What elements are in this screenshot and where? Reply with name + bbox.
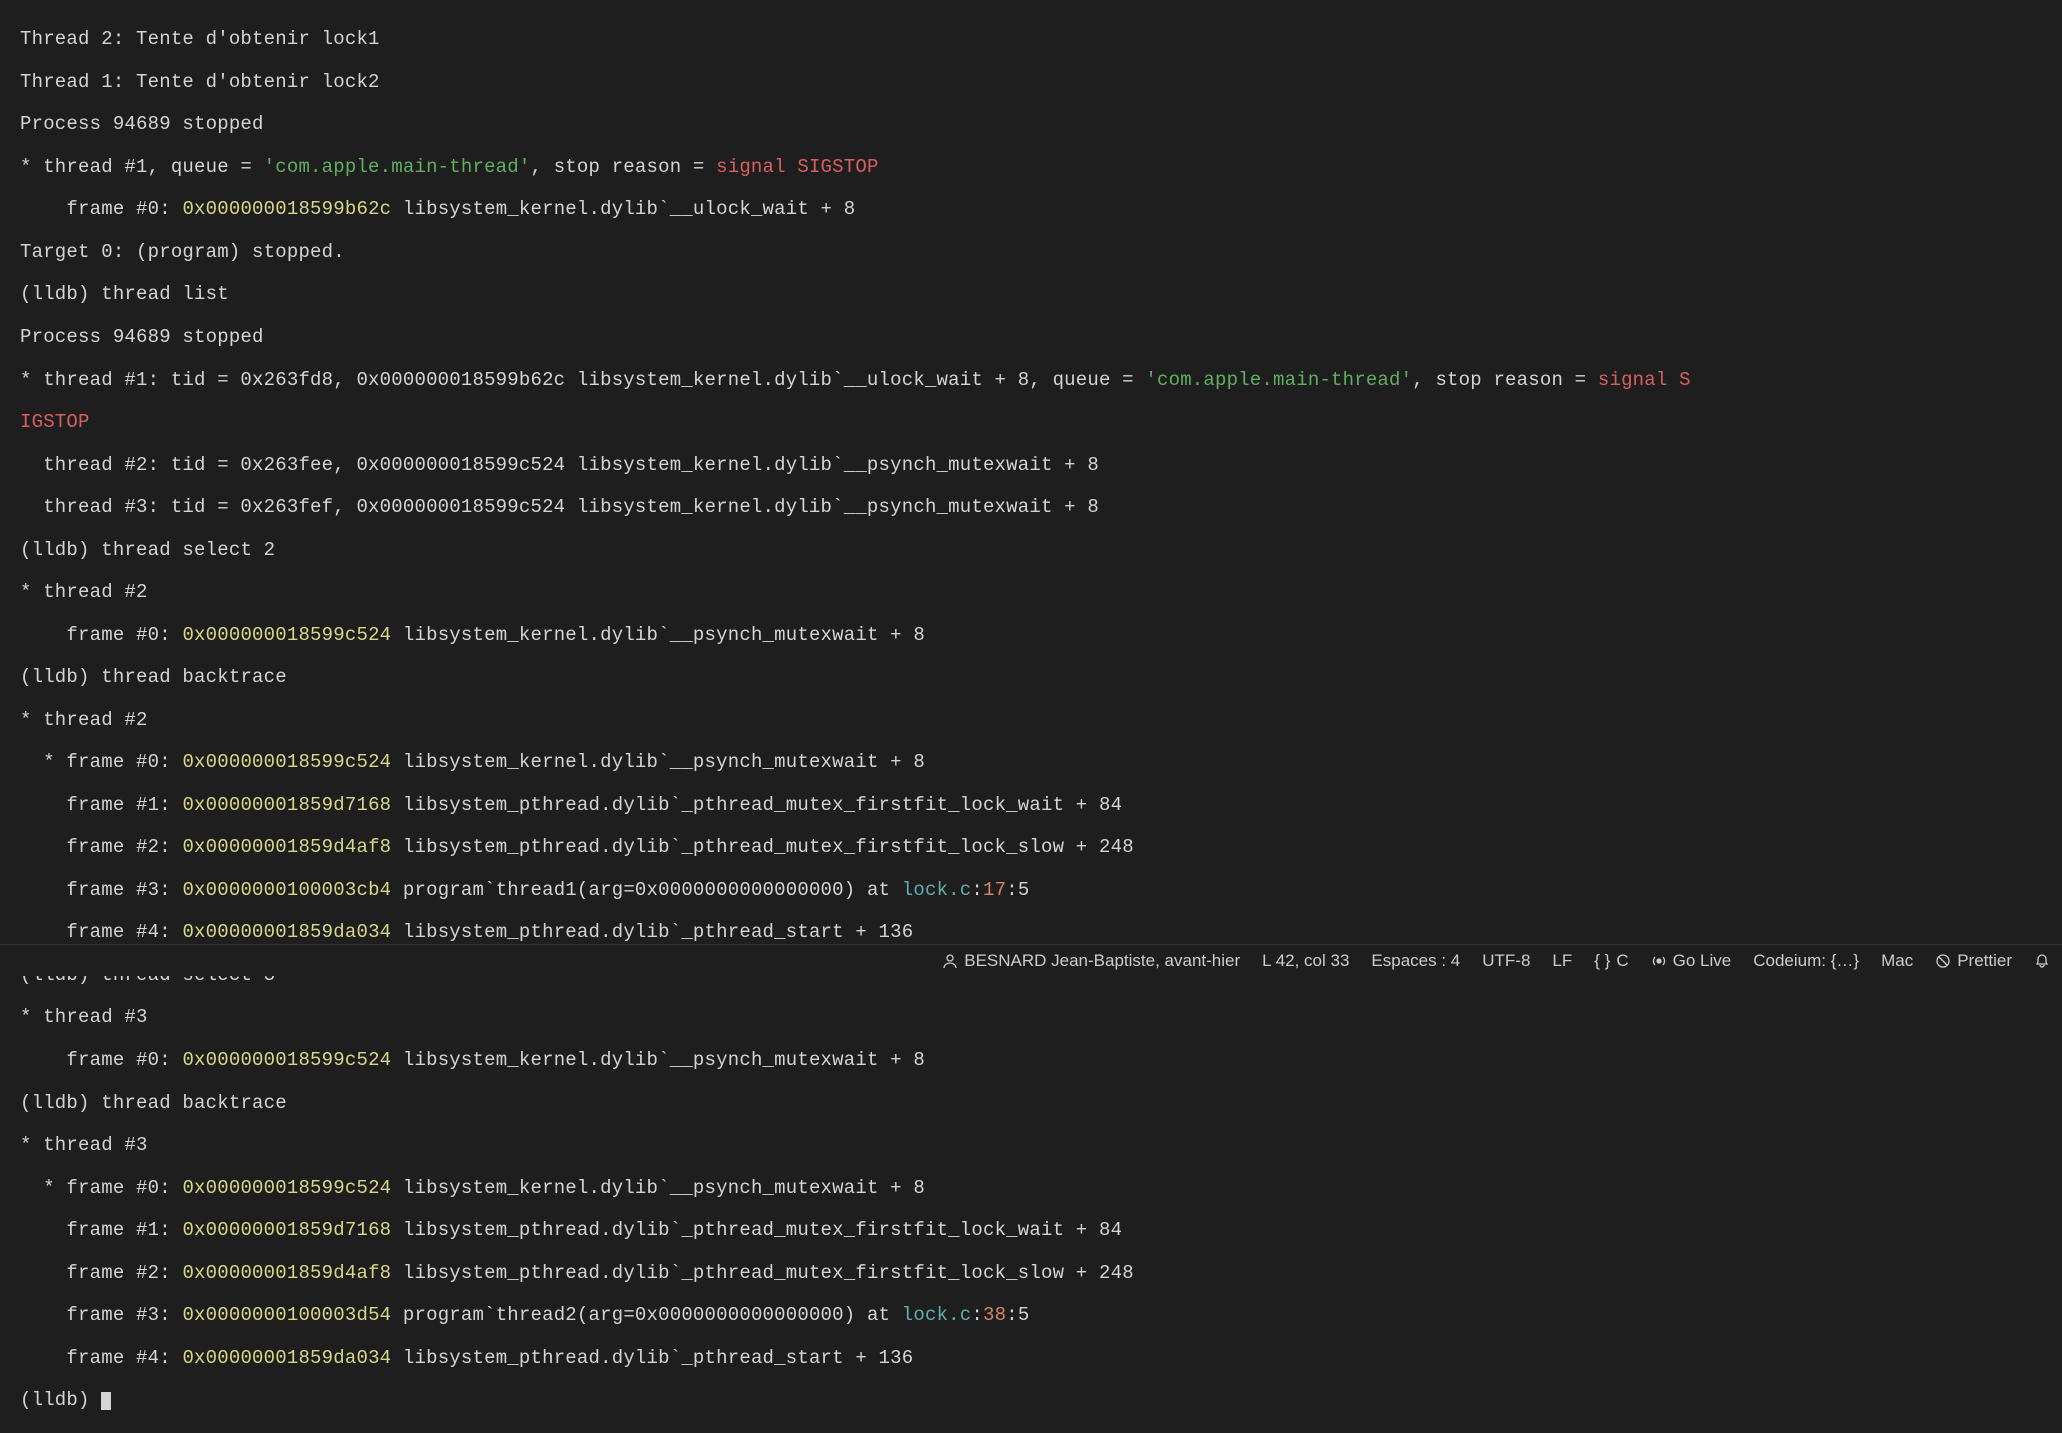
- address: 0x000000018599c524: [182, 1177, 391, 1199]
- indent-status[interactable]: Espaces : 4: [1371, 951, 1460, 970]
- notifications-button[interactable]: [2034, 953, 2050, 969]
- output-text: libsystem_kernel.dylib`__psynch_mutexwai…: [391, 751, 925, 773]
- output-text: program`thread2(arg=0x0000000000000000) …: [391, 1304, 901, 1326]
- output-line: thread #2: tid = 0x263fee, 0x00000001859…: [20, 454, 1099, 476]
- output-text: frame #4:: [20, 921, 182, 943]
- source-line: 38: [983, 1304, 1006, 1326]
- encoding-status[interactable]: UTF-8: [1482, 951, 1530, 970]
- bell-icon: [2034, 953, 2050, 969]
- output-text: frame #4:: [20, 1347, 182, 1369]
- output-text: frame #0:: [20, 198, 182, 220]
- stop-reason: signal SIGSTOP: [716, 156, 878, 178]
- address: 0x0000000100003cb4: [182, 879, 391, 901]
- address: 0x000000018599c524: [182, 751, 391, 773]
- lldb-prompt: (lldb): [20, 1092, 101, 1114]
- output-text: :: [971, 1304, 983, 1326]
- output-text: frame #2:: [20, 1262, 182, 1284]
- source-file: lock.c: [902, 879, 972, 901]
- output-text: frame #0:: [20, 624, 182, 646]
- lldb-prompt: (lldb): [20, 539, 101, 561]
- source-file: lock.c: [902, 1304, 972, 1326]
- address: 0x00000001859da034: [182, 1347, 391, 1369]
- output-text: program`thread1(arg=0x0000000000000000) …: [391, 879, 901, 901]
- braces-icon: { }: [1594, 951, 1610, 970]
- person-icon: [942, 953, 958, 969]
- output-text: libsystem_pthread.dylib`_pthread_mutex_f…: [391, 794, 1122, 816]
- address: 0x00000001859d7168: [182, 794, 391, 816]
- output-line: * thread #3: [20, 1006, 148, 1028]
- address: 0x00000001859d4af8: [182, 836, 391, 858]
- command-input: thread backtrace: [101, 1092, 287, 1114]
- terminal-output[interactable]: Thread 2: Tente d'obtenir lock1 Thread 1…: [0, 0, 2062, 1433]
- output-text: * frame #0:: [20, 751, 182, 773]
- output-line: * thread #2: [20, 709, 148, 731]
- stop-reason: IGSTOP: [20, 411, 90, 433]
- output-line: Process 94689 stopped: [20, 326, 264, 348]
- address: 0x0000000100003d54: [182, 1304, 391, 1326]
- address: 0x000000018599c524: [182, 624, 391, 646]
- cursor: [101, 1392, 111, 1410]
- output-text: frame #1:: [20, 1219, 182, 1241]
- cursor-position-status[interactable]: L 42, col 33: [1262, 951, 1349, 970]
- command-input: thread select 2: [101, 539, 275, 561]
- output-text: frame #1:: [20, 794, 182, 816]
- output-text: libsystem_kernel.dylib`__ulock_wait + 8: [391, 198, 855, 220]
- output-text: frame #2:: [20, 836, 182, 858]
- lldb-prompt: (lldb): [20, 1389, 101, 1411]
- output-text: , stop reason =: [1412, 369, 1598, 391]
- address: 0x000000018599c524: [182, 1049, 391, 1071]
- status-bar: BESNARD Jean-Baptiste, avant-hier L 42, …: [0, 944, 2062, 976]
- address: 0x00000001859d7168: [182, 1219, 391, 1241]
- address: 0x00000001859da034: [182, 921, 391, 943]
- output-text: frame #3:: [20, 1304, 182, 1326]
- output-line: * thread #1, queue =: [20, 156, 264, 178]
- output-text: :: [971, 879, 983, 901]
- eol-status[interactable]: LF: [1552, 951, 1572, 970]
- output-text: frame #3:: [20, 879, 182, 901]
- command-input: thread backtrace: [101, 666, 287, 688]
- go-live-button[interactable]: Go Live: [1651, 951, 1732, 970]
- output-line: Process 94689 stopped: [20, 113, 264, 135]
- command-input: thread list: [101, 283, 229, 305]
- output-text: * thread #1: tid = 0x263fd8, 0x000000018…: [20, 369, 1145, 391]
- platform-status[interactable]: Mac: [1881, 951, 1913, 970]
- output-text: libsystem_kernel.dylib`__psynch_mutexwai…: [391, 624, 925, 646]
- output-text: libsystem_kernel.dylib`__psynch_mutexwai…: [391, 1049, 925, 1071]
- output-text: libsystem_pthread.dylib`_pthread_start +…: [391, 921, 913, 943]
- lldb-prompt: (lldb): [20, 283, 101, 305]
- prettier-status[interactable]: Prettier: [1935, 951, 2012, 970]
- output-text: libsystem_kernel.dylib`__psynch_mutexwai…: [391, 1177, 925, 1199]
- output-text: :5: [1006, 1304, 1029, 1326]
- block-icon: [1935, 953, 1951, 969]
- queue-name: 'com.apple.main-thread': [1145, 369, 1412, 391]
- git-blame-status[interactable]: BESNARD Jean-Baptiste, avant-hier: [942, 951, 1240, 970]
- output-text: libsystem_pthread.dylib`_pthread_mutex_f…: [391, 1219, 1122, 1241]
- address: 0x00000001859d4af8: [182, 1262, 391, 1284]
- git-blame-text: BESNARD Jean-Baptiste, avant-hier: [964, 951, 1240, 970]
- source-line: 17: [983, 879, 1006, 901]
- output-line: * thread #2: [20, 581, 148, 603]
- codeium-status[interactable]: Codeium: {…}: [1753, 951, 1859, 970]
- output-line: thread #3: tid = 0x263fef, 0x00000001859…: [20, 496, 1099, 518]
- language-status[interactable]: { } C: [1594, 951, 1628, 970]
- output-text: :5: [1006, 879, 1029, 901]
- output-line: Thread 2: Tente d'obtenir lock1: [20, 28, 380, 50]
- output-text: , stop reason =: [530, 156, 716, 178]
- output-text: libsystem_pthread.dylib`_pthread_mutex_f…: [391, 1262, 1134, 1284]
- output-text: * frame #0:: [20, 1177, 182, 1199]
- broadcast-icon: [1651, 953, 1667, 969]
- stop-reason: signal S: [1598, 369, 1691, 391]
- queue-name: 'com.apple.main-thread': [264, 156, 531, 178]
- address: 0x000000018599b62c: [182, 198, 391, 220]
- output-line: Target 0: (program) stopped.: [20, 241, 345, 263]
- output-text: libsystem_pthread.dylib`_pthread_mutex_f…: [391, 836, 1134, 858]
- output-text: libsystem_pthread.dylib`_pthread_start +…: [391, 1347, 913, 1369]
- output-line: Thread 1: Tente d'obtenir lock2: [20, 71, 380, 93]
- output-line: * thread #3: [20, 1134, 148, 1156]
- lldb-prompt: (lldb): [20, 666, 101, 688]
- output-text: frame #0:: [20, 1049, 182, 1071]
